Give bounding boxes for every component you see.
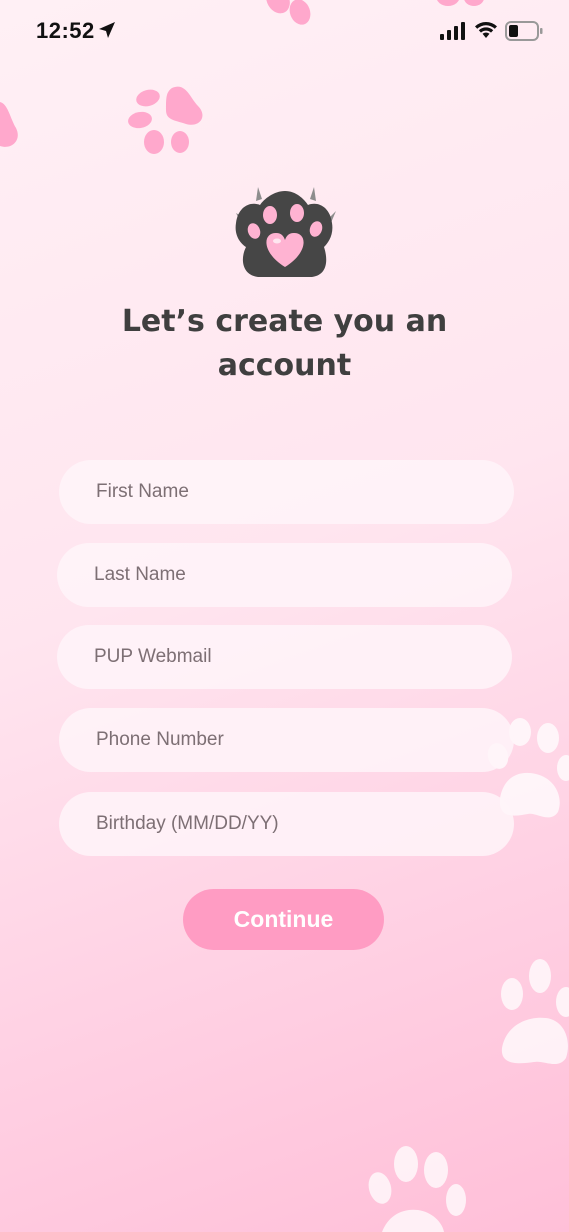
wifi-icon xyxy=(475,22,497,38)
webmail-field[interactable] xyxy=(57,625,512,689)
location-arrow-icon xyxy=(99,22,115,38)
page-title: Let’s create you an account xyxy=(121,304,448,383)
paw-heart-logo xyxy=(235,187,336,277)
battery-low-icon xyxy=(505,21,543,41)
paw-print-icon xyxy=(266,0,311,25)
birthday-field[interactable] xyxy=(59,792,514,856)
paw-print-icon xyxy=(0,102,18,147)
paw-print-icon xyxy=(501,959,569,1065)
paw-print-icon xyxy=(128,86,203,154)
phone-number-field[interactable] xyxy=(59,708,514,772)
status-time: 12:52 xyxy=(36,18,95,43)
first-name-field[interactable] xyxy=(59,460,514,524)
paw-print-icon xyxy=(368,1146,466,1232)
paw-print-icon xyxy=(437,0,484,6)
cellular-signal-icon xyxy=(440,22,465,40)
last-name-field[interactable] xyxy=(57,543,512,607)
continue-button[interactable]: Continue xyxy=(183,889,384,950)
